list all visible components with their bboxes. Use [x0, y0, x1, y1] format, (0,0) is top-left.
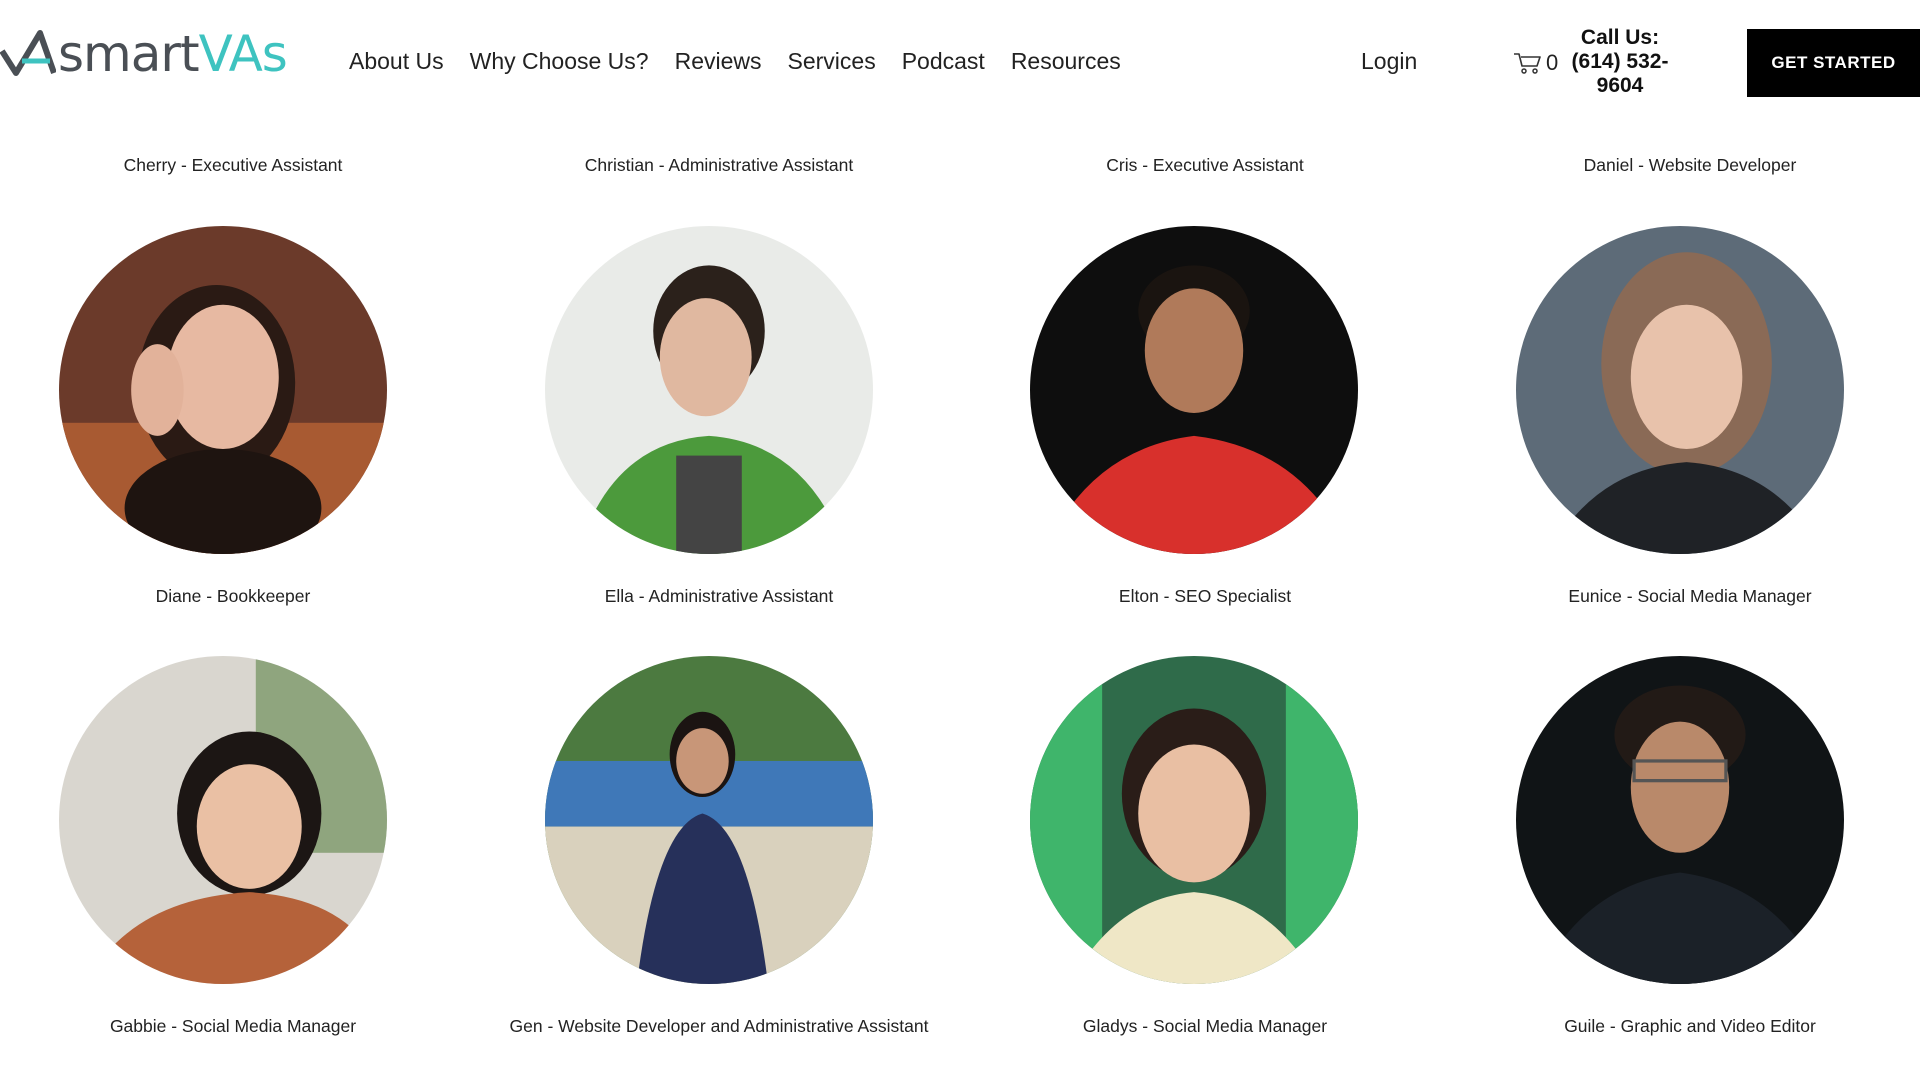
cart-count: 0	[1546, 50, 1559, 75]
team-caption-cris: Cris - Executive Assistant	[1106, 155, 1304, 175]
team-caption-eunice: Eunice - Social Media Manager	[1568, 586, 1812, 606]
cart-icon	[1514, 53, 1541, 74]
get-started-button[interactable]: GET STARTED	[1747, 29, 1920, 97]
nav-podcast[interactable]: Podcast	[902, 48, 985, 75]
team-caption-christian: Christian - Administrative Assistant	[584, 155, 854, 175]
team-photo-diane	[59, 226, 387, 554]
nav-resources[interactable]: Resources	[1011, 48, 1121, 75]
logo-text-vas: VAs	[198, 25, 288, 83]
team-caption-diane: Diane - Bookkeeper	[155, 586, 311, 606]
phone-number-line2: 9604	[1596, 74, 1644, 97]
team-caption-gladys: Gladys - Social Media Manager	[1082, 1016, 1328, 1036]
team-photo-ella	[545, 226, 873, 554]
phone-number-line1: (614) 532-	[1571, 50, 1669, 73]
logo-text-smart: smart	[58, 25, 200, 83]
team-caption-guile: Guile - Graphic and Video Editor	[1564, 1016, 1816, 1036]
smartvas-logo[interactable]: smartVAs	[0, 25, 288, 83]
login-link[interactable]: Login	[1361, 48, 1417, 75]
nav-why-choose-us[interactable]: Why Choose Us?	[470, 48, 649, 75]
cart-button[interactable]: 0	[1513, 50, 1558, 76]
team-caption-cherry: Cherry - Executive Assistant	[123, 155, 343, 175]
team-photo-gen	[545, 656, 873, 984]
team-caption-daniel: Daniel - Website Developer	[1583, 155, 1797, 175]
team-caption-gabbie: Gabbie - Social Media Manager	[109, 1016, 357, 1036]
site-header: smartVAs About Us Why Choose Us? Reviews…	[0, 0, 1920, 124]
nav-about-us[interactable]: About Us	[349, 48, 444, 75]
call-us-block[interactable]: Call Us: (614) 532- 9604	[1560, 26, 1680, 98]
logo-mark-icon	[0, 30, 56, 76]
main-nav: About Us Why Choose Us? Reviews Services…	[349, 48, 1147, 75]
team-caption-ella: Ella - Administrative Assistant	[604, 586, 834, 606]
team-photo-gabbie	[59, 656, 387, 984]
team-photo-eunice	[1516, 226, 1844, 554]
team-photo-guile	[1516, 656, 1844, 984]
nav-reviews[interactable]: Reviews	[675, 48, 762, 75]
call-us-label: Call Us:	[1580, 26, 1660, 49]
team-photo-elton	[1030, 226, 1358, 554]
team-caption-gen: Gen - Website Developer and Administrati…	[509, 1016, 929, 1036]
team-photo-gladys	[1030, 656, 1358, 984]
team-caption-elton: Elton - SEO Specialist	[1118, 586, 1292, 606]
nav-services[interactable]: Services	[788, 48, 876, 75]
